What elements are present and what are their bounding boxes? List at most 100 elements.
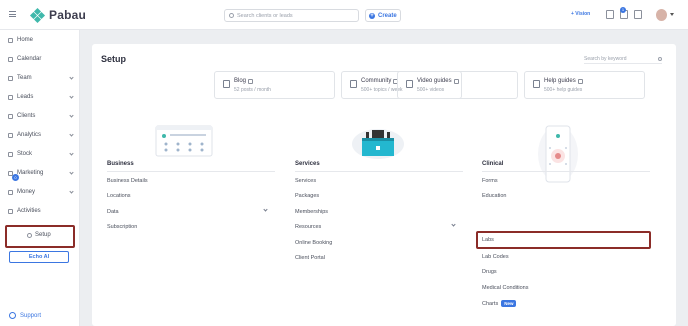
brand-name: Pabau bbox=[49, 8, 87, 22]
keyword-search-input[interactable]: Search by keyword bbox=[584, 54, 662, 64]
sidebar-item-label: Analytics bbox=[17, 132, 42, 138]
echo-ai-button[interactable]: Echo AI bbox=[9, 251, 69, 263]
data-link[interactable]: Data bbox=[107, 209, 119, 215]
sidebar-item-leads[interactable]: Leads bbox=[8, 92, 74, 102]
sidebar-item-label: Marketing bbox=[17, 170, 44, 176]
chevron-down-icon bbox=[69, 170, 74, 175]
sidebar-item-team[interactable]: Team bbox=[8, 73, 74, 83]
search-icon bbox=[658, 56, 662, 61]
support-icon bbox=[9, 312, 16, 319]
sidebar-item-label: Home bbox=[17, 37, 34, 43]
forms-link[interactable]: Forms bbox=[482, 178, 498, 184]
calendar-icon bbox=[8, 56, 13, 62]
business-section-title: Business bbox=[107, 161, 134, 167]
sidebar-item-clients[interactable]: Clients bbox=[8, 111, 74, 121]
menu-icon[interactable] bbox=[9, 11, 16, 17]
business-illustration-icon bbox=[155, 125, 213, 157]
sidebar-item-setup[interactable]: Setup bbox=[27, 232, 51, 238]
education-link[interactable]: Education bbox=[482, 193, 506, 199]
services-link[interactable]: Services bbox=[295, 178, 316, 184]
calendar-icon[interactable] bbox=[606, 10, 614, 19]
help-icon bbox=[533, 80, 540, 88]
tile-title: Video guides bbox=[417, 78, 452, 84]
chevron-down-icon bbox=[69, 189, 74, 194]
sidebar-item-label: Activities bbox=[17, 208, 41, 214]
packages-link[interactable]: Packages bbox=[295, 193, 319, 199]
money-icon bbox=[8, 189, 13, 195]
resources-link[interactable]: Resources bbox=[295, 224, 321, 230]
leads-icon bbox=[8, 94, 13, 100]
drugs-link[interactable]: Drugs bbox=[482, 269, 497, 275]
external-link-icon bbox=[453, 78, 459, 84]
sidebar-item-home[interactable]: Home bbox=[8, 35, 74, 45]
clipboard-icon[interactable] bbox=[634, 10, 642, 19]
tile-title-wrap: Help guides bbox=[544, 78, 583, 84]
video-icon bbox=[406, 80, 413, 88]
chevron-down-icon bbox=[69, 132, 74, 137]
tile-video-guides[interactable]: Video guides 500+ videos bbox=[397, 71, 518, 99]
page-title: Setup bbox=[101, 54, 127, 64]
sidebar-item-label: Team bbox=[17, 75, 32, 81]
sidebar-item-label: Stock bbox=[17, 151, 33, 157]
locations-link[interactable]: Locations bbox=[107, 193, 131, 199]
vision-button[interactable]: + Vision bbox=[571, 11, 590, 17]
divider bbox=[295, 171, 463, 172]
tile-title: Blog bbox=[234, 78, 247, 84]
notification-badge: 1 bbox=[620, 7, 626, 13]
sidebar-item-analytics[interactable]: Analytics bbox=[8, 130, 74, 140]
sidebar-item-money[interactable]: Money bbox=[8, 187, 74, 197]
new-badge: New bbox=[501, 300, 517, 307]
sidebar-item-calendar[interactable]: Calendar bbox=[8, 54, 74, 64]
labs-highlight-box bbox=[476, 231, 651, 249]
sidebar-item-stock[interactable]: Stock bbox=[8, 149, 74, 159]
clinical-section-title: Clinical bbox=[482, 161, 504, 167]
search-input[interactable]: Search clients or leads bbox=[224, 9, 359, 22]
tile-subtitle: 500+ help guides bbox=[544, 87, 583, 93]
pencil-icon bbox=[223, 80, 230, 88]
create-label: Create bbox=[378, 12, 397, 19]
plus-icon: + bbox=[369, 12, 375, 19]
tile-title: Community bbox=[361, 78, 392, 84]
pabau-logo-icon bbox=[29, 7, 46, 23]
business-details-link[interactable]: Business Details bbox=[107, 178, 148, 184]
labs-link[interactable]: Labs bbox=[482, 237, 494, 243]
online-booking-link[interactable]: Online Booking bbox=[295, 240, 332, 246]
team-icon bbox=[8, 75, 13, 81]
top-bar: Pabau Search clients or leads + Create +… bbox=[0, 0, 688, 30]
support-link[interactable]: Support bbox=[9, 312, 41, 319]
chevron-down-icon[interactable] bbox=[263, 207, 268, 212]
tile-title: Help guides bbox=[544, 78, 576, 84]
services-section-title: Services bbox=[295, 161, 320, 167]
analytics-icon bbox=[8, 132, 13, 138]
services-illustration-icon bbox=[352, 129, 404, 159]
tile-subtitle: 500+ videos bbox=[417, 87, 445, 93]
clinical-illustration-icon bbox=[538, 125, 578, 183]
sidebar-item-activities[interactable]: Activities bbox=[8, 206, 74, 216]
community-icon bbox=[350, 80, 357, 88]
logo[interactable]: Pabau bbox=[29, 7, 87, 23]
activities-badge: 0 bbox=[12, 174, 19, 181]
client-portal-link[interactable]: Client Portal bbox=[295, 255, 325, 261]
external-link-icon bbox=[577, 78, 583, 84]
tile-help-guides[interactable]: Help guides 500+ help guides bbox=[524, 71, 645, 99]
create-button[interactable]: + Create bbox=[365, 9, 401, 22]
charts-link[interactable]: Charts New bbox=[482, 300, 517, 307]
lab-codes-link[interactable]: Lab Codes bbox=[482, 254, 509, 260]
chevron-down-icon bbox=[69, 94, 74, 99]
chevron-down-icon[interactable] bbox=[451, 222, 456, 227]
chevron-down-icon bbox=[69, 151, 74, 156]
search-icon bbox=[229, 13, 234, 18]
external-link-icon bbox=[248, 78, 254, 84]
chevron-down-icon bbox=[69, 75, 74, 80]
tile-title-wrap: Blog bbox=[234, 78, 254, 84]
divider bbox=[482, 171, 650, 172]
divider bbox=[107, 171, 275, 172]
subscription-link[interactable]: Subscription bbox=[107, 224, 137, 230]
avatar[interactable] bbox=[656, 9, 667, 21]
clients-icon bbox=[8, 113, 13, 119]
memberships-link[interactable]: Memberships bbox=[295, 209, 328, 215]
chevron-down-icon[interactable] bbox=[670, 13, 674, 16]
medical-conditions-link[interactable]: Medical Conditions bbox=[482, 285, 528, 291]
sidebar-item-label: Setup bbox=[35, 232, 51, 238]
tile-blog[interactable]: Blog 52 posts / month bbox=[214, 71, 335, 99]
